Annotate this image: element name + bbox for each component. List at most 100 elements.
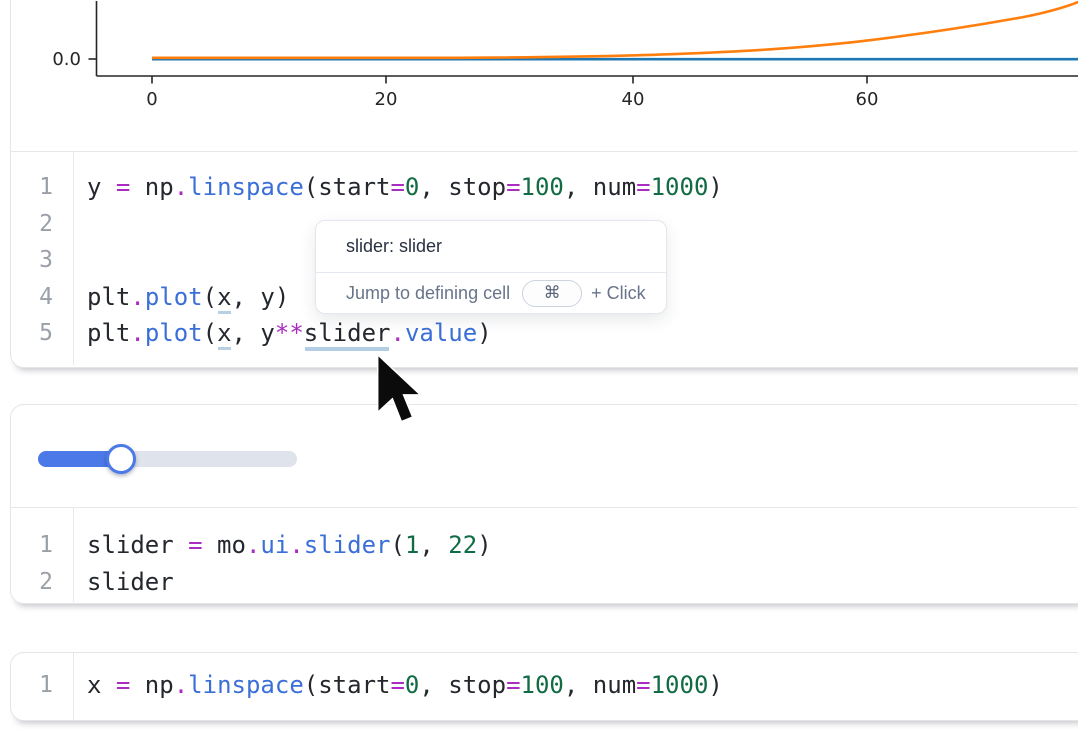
code-token: 100 bbox=[521, 671, 564, 699]
line-number: 1 bbox=[11, 169, 73, 206]
y-tick-label: 0.0 bbox=[52, 49, 81, 70]
x-tick-label: 60 bbox=[856, 89, 879, 110]
code-token: ) bbox=[708, 671, 722, 699]
code-token: (start bbox=[304, 173, 391, 201]
code-token: ( bbox=[203, 283, 217, 311]
code-token: mo bbox=[203, 531, 246, 559]
code-token: ) bbox=[477, 531, 491, 559]
code-content: plt.plot(x, y) bbox=[87, 279, 289, 316]
code-token: ( bbox=[203, 319, 217, 347]
line-number: 5 bbox=[11, 315, 73, 352]
code-token: slider bbox=[304, 531, 391, 559]
code-token: = bbox=[188, 531, 202, 559]
code-token: = bbox=[116, 671, 130, 699]
code-token: , num bbox=[564, 671, 636, 699]
code-token: . bbox=[390, 319, 404, 347]
tooltip-title: slider: slider bbox=[316, 221, 666, 273]
code-token: . bbox=[289, 531, 303, 559]
code-token: plot bbox=[145, 319, 203, 347]
code-token: = bbox=[390, 671, 404, 699]
code-token: 1 bbox=[405, 531, 419, 559]
tooltip-click-label: + Click bbox=[591, 283, 646, 304]
code-token: y bbox=[87, 173, 116, 201]
code-editor-slider[interactable]: 1slider = mo.ui.slider(1, 22)2slider bbox=[11, 508, 1078, 602]
code-token: linspace bbox=[188, 671, 304, 699]
code-token: = bbox=[506, 173, 520, 201]
reactive-variable-ref[interactable]: x bbox=[217, 319, 231, 347]
code-token: ) bbox=[708, 173, 722, 201]
code-token: = bbox=[390, 173, 404, 201]
x-tick-label: 20 bbox=[375, 89, 398, 110]
code-token: = bbox=[636, 173, 650, 201]
slider-output-area bbox=[11, 405, 1078, 508]
code-token: . bbox=[130, 319, 144, 347]
code-line[interactable]: 1x = np.linspace(start=0, stop=100, num=… bbox=[11, 667, 1078, 704]
code-token: 0 bbox=[405, 671, 419, 699]
code-content: plt.plot(x, y**slider.value) bbox=[87, 315, 492, 352]
reactive-variable-ref[interactable]: slider bbox=[304, 319, 391, 347]
slider-handle[interactable] bbox=[106, 444, 136, 474]
line-number: 1 bbox=[11, 667, 73, 704]
code-token: , y bbox=[232, 319, 275, 347]
tooltip-action-label: Jump to defining cell bbox=[346, 283, 510, 304]
code-content: y = np.linspace(start=0, stop=100, num=1… bbox=[87, 169, 723, 206]
code-token: np bbox=[130, 173, 173, 201]
code-token: . bbox=[246, 531, 260, 559]
code-token: , stop bbox=[419, 173, 506, 201]
code-token: ** bbox=[275, 319, 304, 347]
code-line[interactable]: 1slider = mo.ui.slider(1, 22) bbox=[11, 527, 1078, 564]
code-content: x = np.linspace(start=0, stop=100, num=1… bbox=[87, 667, 723, 704]
code-token: , stop bbox=[419, 671, 506, 699]
command-key-icon: ⌘ bbox=[544, 283, 561, 303]
code-token: value bbox=[405, 319, 477, 347]
code-token: (start bbox=[304, 671, 391, 699]
code-token: . bbox=[174, 671, 188, 699]
code-token: 1000 bbox=[651, 671, 709, 699]
series-line-orange bbox=[152, 1, 1078, 58]
reactive-variable-ref[interactable]: x bbox=[217, 283, 231, 311]
code-content: slider = mo.ui.slider(1, 22) bbox=[87, 527, 492, 564]
code-token: plt bbox=[87, 319, 130, 347]
code-token: = bbox=[506, 671, 520, 699]
code-token: . bbox=[130, 283, 144, 311]
x-tick-label: 40 bbox=[622, 89, 645, 110]
code-line[interactable]: 1y = np.linspace(start=0, stop=100, num=… bbox=[11, 169, 1078, 206]
code-token: 22 bbox=[448, 531, 477, 559]
code-token: , num bbox=[564, 173, 636, 201]
code-line[interactable]: 5plt.plot(x, y**slider.value) bbox=[11, 315, 1078, 352]
code-line[interactable]: 2 slider bbox=[11, 564, 1078, 601]
code-token: , y) bbox=[232, 283, 290, 311]
code-token: plt bbox=[87, 283, 130, 311]
line-number: 2 bbox=[11, 206, 73, 243]
line-number: 1 bbox=[11, 527, 73, 564]
slider-track[interactable] bbox=[38, 451, 297, 467]
matplotlib-plot: 0.0 0 20 40 60 bbox=[11, 1, 1078, 113]
code-token: slider bbox=[87, 568, 174, 596]
line-number: 4 bbox=[11, 279, 73, 316]
code-token: = bbox=[116, 173, 130, 201]
code-token: , bbox=[419, 531, 448, 559]
code-token: plot bbox=[145, 283, 203, 311]
code-token: linspace bbox=[188, 173, 304, 201]
code-token: 1000 bbox=[651, 173, 709, 201]
code-token: 100 bbox=[521, 173, 564, 201]
line-number: 2 bbox=[11, 564, 73, 601]
code-token: = bbox=[636, 671, 650, 699]
code-token: np bbox=[130, 671, 173, 699]
code-token: 0 bbox=[405, 173, 419, 201]
code-token: ) bbox=[477, 319, 491, 347]
code-token: x bbox=[87, 671, 116, 699]
code-content: slider bbox=[87, 564, 174, 601]
command-key-badge: ⌘ bbox=[522, 280, 582, 307]
code-token: ( bbox=[390, 531, 404, 559]
line-number: 3 bbox=[11, 242, 73, 279]
x-tick-label: 0 bbox=[146, 89, 157, 110]
mouse-cursor-icon bbox=[375, 353, 427, 435]
cell-x-def: 1x = np.linspace(start=0, stop=100, num=… bbox=[10, 652, 1078, 721]
code-editor-x[interactable]: 1x = np.linspace(start=0, stop=100, num=… bbox=[11, 653, 1078, 720]
tooltip-action-row: Jump to defining cell ⌘ + Click bbox=[316, 273, 666, 313]
cell-slider: 1slider = mo.ui.slider(1, 22)2slider bbox=[10, 404, 1078, 604]
code-token: slider bbox=[87, 531, 188, 559]
code-token: ui bbox=[260, 531, 289, 559]
plot-output-area: 0.0 0 20 40 60 bbox=[11, 0, 1078, 152]
